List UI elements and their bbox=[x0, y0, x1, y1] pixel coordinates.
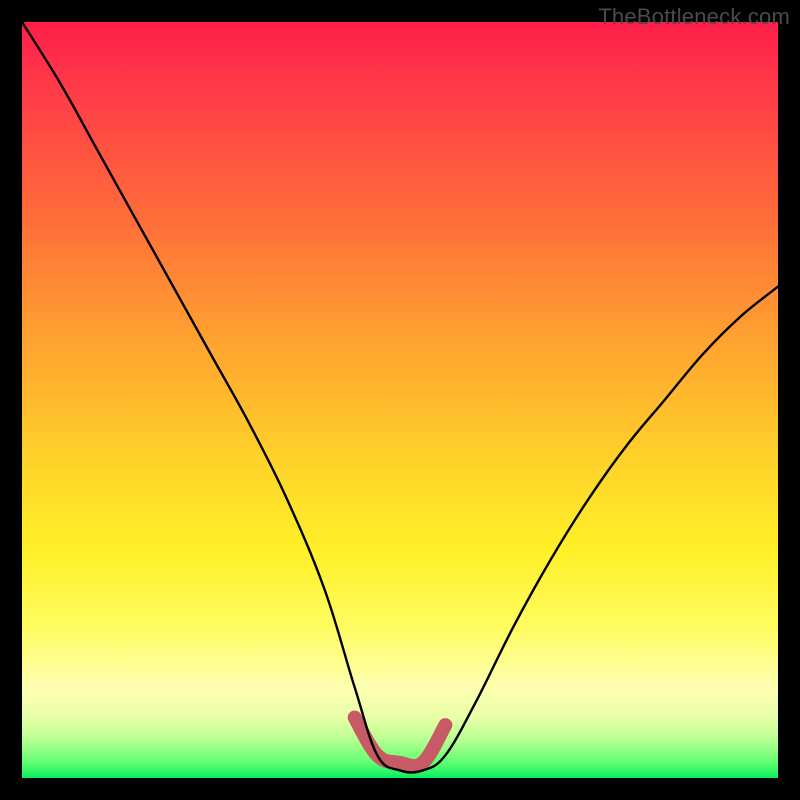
bottleneck-chart bbox=[22, 22, 778, 778]
optimal-band-path bbox=[355, 718, 446, 767]
watermark-text: TheBottleneck.com bbox=[598, 4, 790, 30]
bottleneck-curve-path bbox=[22, 22, 778, 772]
